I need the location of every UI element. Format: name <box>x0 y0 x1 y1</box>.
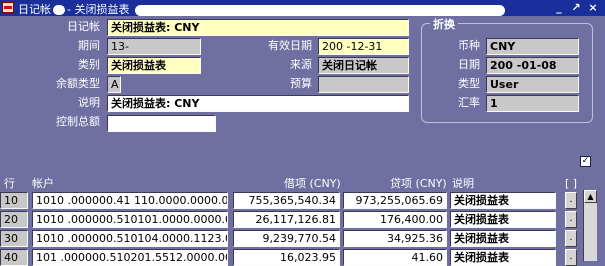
rate-field[interactable]: 1 <box>486 95 579 112</box>
effective-date-label: 有效日期 <box>268 39 312 52</box>
account-column-header: 帐户 <box>32 177 54 190</box>
flex-button[interactable]: . <box>565 211 577 228</box>
currency-label: 币种 <box>458 39 480 52</box>
conversion-title: 折换 <box>430 18 458 31</box>
title-bar: 日记帐 - 关闭损益表 _ ↗ × <box>0 0 605 16</box>
journal-field[interactable]: 关闭损益表: CNY <box>107 19 409 36</box>
balance-type-field[interactable]: A <box>107 76 121 93</box>
credit-column-header: 贷项 (CNY) <box>390 177 447 190</box>
budget-field[interactable] <box>318 76 409 93</box>
conversion-date-label: 日期 <box>458 58 480 71</box>
scroll-up-icon[interactable]: ▲ <box>584 190 597 203</box>
conversion-type-label: 类型 <box>458 77 480 90</box>
budget-label: 预算 <box>290 77 312 90</box>
description-column-header: 说明 <box>452 177 474 190</box>
credit-cell[interactable]: 34,925.36 <box>343 230 447 247</box>
journal-label: 日记帐 <box>67 20 100 33</box>
account-cell[interactable]: 1010 .000000.510104.0000.1123.000.0 <box>32 230 228 247</box>
account-cell[interactable]: 1010 .000000.41 110.0000.0000.000.00 <box>32 192 228 209</box>
minimize-button[interactable]: _ <box>552 1 566 14</box>
debit-cell[interactable]: 755,365,540.34 <box>233 192 340 209</box>
conversion-date-field[interactable]: 200 -01-08 <box>486 57 579 74</box>
line-column-header: 行 <box>4 177 15 190</box>
credit-cell[interactable]: 176,400.00 <box>343 211 447 228</box>
flex-button[interactable]: . <box>565 249 577 266</box>
control-total-field[interactable] <box>107 115 216 132</box>
window-title: 日记帐 - 关闭损益表 <box>18 1 506 17</box>
restore-button[interactable]: ↗ <box>569 1 583 14</box>
debit-cell[interactable]: 26,117,126.81 <box>233 211 340 228</box>
rate-label: 汇率 <box>458 96 480 109</box>
source-label: 来源 <box>290 58 312 71</box>
line-number-cell[interactable]: 30 <box>0 230 28 247</box>
line-description-cell[interactable]: 关闭损益表 <box>450 192 556 209</box>
credit-cell[interactable]: 973,255,065.69 <box>343 192 447 209</box>
effective-date-field[interactable]: 200 -12-31 <box>318 38 409 55</box>
description-label: 说明 <box>78 96 100 109</box>
flex-button[interactable]: . <box>565 192 577 209</box>
lines-scrollbar[interactable]: ▲ <box>583 190 597 261</box>
flex-column-header: [ ] <box>565 177 578 190</box>
debit-cell[interactable]: 9,239,770.54 <box>233 230 340 247</box>
control-total-label: 控制总额 <box>56 115 100 128</box>
source-field: 关闭日记帐 <box>318 57 409 74</box>
period-label: 期间 <box>78 39 100 52</box>
category-field[interactable]: 关闭损益表 <box>107 57 201 74</box>
description-field[interactable]: 关闭损益表: CNY <box>107 95 409 112</box>
debit-column-header: 借项 (CNY) <box>284 177 341 190</box>
account-cell[interactable]: 1010 .000000.510101.0000.0000.000.0 <box>32 211 228 228</box>
line-description-cell[interactable]: 关闭损益表 <box>450 211 556 228</box>
checkbox[interactable]: ✓ <box>580 156 591 167</box>
line-number-cell[interactable]: 20 <box>0 211 28 228</box>
conversion-type-field[interactable]: User <box>486 76 579 93</box>
close-button[interactable]: × <box>586 1 600 14</box>
debit-cell[interactable]: 16,023.95 <box>233 249 340 266</box>
line-description-cell[interactable]: 关闭损益表 <box>450 230 556 247</box>
currency-field[interactable]: CNY <box>486 38 579 55</box>
balance-type-label: 余额类型 <box>56 77 100 90</box>
category-label: 类别 <box>78 58 100 71</box>
credit-cell[interactable]: 41.60 <box>343 249 447 266</box>
period-field[interactable]: 13- <box>107 38 201 55</box>
line-number-cell[interactable]: 10 <box>0 192 28 209</box>
flex-button[interactable]: . <box>565 230 577 247</box>
account-cell[interactable]: 101 .000000.510201.5512.0000.000.0 <box>32 249 228 266</box>
line-description-cell[interactable]: 关闭损益表 <box>450 249 556 266</box>
app-icon <box>2 2 14 13</box>
line-number-cell[interactable]: 40 <box>0 249 28 266</box>
